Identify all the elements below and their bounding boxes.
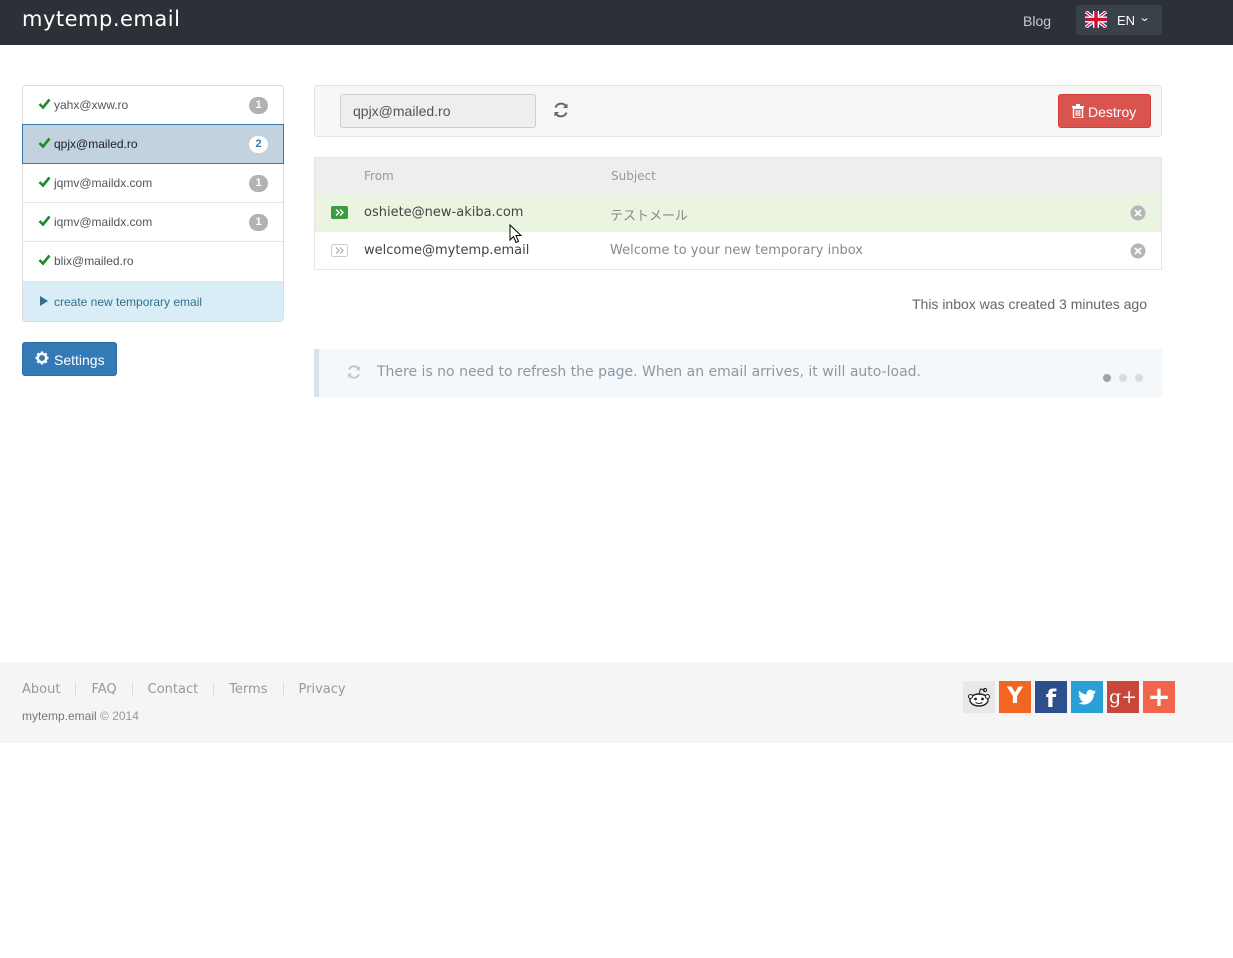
language-code: EN bbox=[1117, 13, 1136, 28]
message-row[interactable]: oshiete@new-akiba.com テストメール bbox=[315, 193, 1161, 231]
delete-message-icon[interactable] bbox=[1130, 205, 1146, 221]
unread-count-badge: 1 bbox=[249, 214, 268, 231]
message-from: oshiete@new-akiba.com bbox=[364, 205, 524, 220]
table-header: From Subject bbox=[315, 158, 1161, 193]
top-navbar: mytemp.email Blog EN ⌄ bbox=[0, 0, 1233, 45]
trash-icon bbox=[1072, 104, 1084, 118]
message-table: From Subject oshiete@new-akiba.com テストメー… bbox=[314, 157, 1162, 270]
footer-link-contact[interactable]: Contact bbox=[147, 682, 215, 697]
inbox-item-blix[interactable]: blix@mailed.ro bbox=[23, 242, 283, 281]
share-icon[interactable]: + bbox=[1143, 681, 1175, 713]
footer-copyright: mytemp.email © 2014 bbox=[22, 709, 139, 723]
inbox-address: qpjx@mailed.ro bbox=[54, 137, 138, 151]
refresh-icon[interactable] bbox=[551, 100, 571, 120]
message-row[interactable]: welcome@mytemp.email Welcome to your new… bbox=[315, 231, 1161, 269]
delete-message-icon[interactable] bbox=[1130, 243, 1146, 259]
inbox-list: yahx@xww.ro 1 qpjx@mailed.ro 2 jqmv@mail… bbox=[22, 85, 284, 322]
footer-link-faq[interactable]: FAQ bbox=[91, 682, 133, 697]
inbox-item-qpjx[interactable]: qpjx@mailed.ro 2 bbox=[22, 124, 284, 164]
inbox-address: iqmv@maildx.com bbox=[54, 215, 153, 229]
check-icon bbox=[38, 254, 51, 266]
language-selector[interactable]: EN ⌄ bbox=[1076, 5, 1162, 35]
gear-icon bbox=[35, 351, 49, 365]
footer-link-terms[interactable]: Terms bbox=[229, 682, 284, 697]
column-from: From bbox=[364, 169, 394, 183]
column-subject: Subject bbox=[611, 169, 656, 183]
blog-link[interactable]: Blog bbox=[1023, 13, 1051, 29]
inbox-item-yahx[interactable]: yahx@xww.ro 1 bbox=[23, 86, 283, 125]
inbox-toolbar: Destroy bbox=[314, 85, 1162, 137]
facebook-icon[interactable]: f bbox=[1035, 681, 1067, 713]
notice-text: There is no need to refresh the page. Wh… bbox=[377, 364, 922, 380]
chevron-down-icon: ⌄ bbox=[1138, 12, 1151, 24]
auto-load-notice: There is no need to refresh the page. Wh… bbox=[314, 349, 1162, 397]
create-new-email-label: create new temporary email bbox=[54, 295, 203, 309]
twitter-icon[interactable] bbox=[1071, 681, 1103, 713]
refresh-icon bbox=[347, 365, 361, 379]
inbox-address: blix@mailed.ro bbox=[54, 254, 134, 268]
current-address-field[interactable] bbox=[340, 94, 536, 128]
check-icon bbox=[38, 137, 51, 149]
message-subject: テストメール bbox=[610, 209, 689, 224]
loading-dots bbox=[1103, 369, 1151, 387]
destroy-label: Destroy bbox=[1088, 104, 1137, 120]
inbox-created-text: This inbox was created 3 minutes ago bbox=[911, 296, 1147, 312]
google-plus-icon[interactable]: g+ bbox=[1107, 681, 1139, 713]
hacker-news-icon[interactable]: Y bbox=[999, 681, 1031, 713]
check-icon bbox=[38, 215, 51, 227]
create-new-email-link[interactable]: create new temporary email bbox=[23, 281, 283, 321]
footer-link-about[interactable]: About bbox=[22, 682, 77, 697]
unread-count-badge: 1 bbox=[249, 97, 268, 114]
copyright-year: © 2014 bbox=[100, 709, 139, 723]
inbox-address: jqmv@maildx.com bbox=[54, 176, 153, 190]
check-icon bbox=[38, 98, 51, 110]
unread-message-icon bbox=[331, 206, 348, 219]
message-subject: Welcome to your new temporary inbox bbox=[610, 243, 863, 258]
unread-count-badge: 2 bbox=[249, 136, 268, 153]
inbox-address: yahx@xww.ro bbox=[54, 98, 129, 112]
destroy-button[interactable]: Destroy bbox=[1058, 94, 1151, 128]
settings-button[interactable]: Settings bbox=[22, 342, 117, 376]
footer: About FAQ Contact Terms Privacy mytemp.email… bbox=[0, 662, 1233, 743]
check-icon bbox=[38, 176, 51, 188]
footer-brand: mytemp.email bbox=[22, 709, 97, 723]
mouse-cursor-icon bbox=[509, 224, 522, 244]
settings-label: Settings bbox=[54, 352, 105, 368]
message-from: welcome@mytemp.email bbox=[364, 243, 530, 258]
caret-right-icon bbox=[40, 296, 48, 306]
uk-flag-icon bbox=[1085, 11, 1107, 28]
unread-count-badge: 1 bbox=[249, 175, 268, 192]
site-logo[interactable]: mytemp.email bbox=[22, 7, 180, 31]
reddit-icon[interactable] bbox=[963, 681, 995, 713]
footer-nav: About FAQ Contact Terms Privacy bbox=[22, 682, 376, 697]
read-message-icon bbox=[331, 244, 348, 257]
inbox-item-iqmv[interactable]: iqmv@maildx.com 1 bbox=[23, 203, 283, 242]
inbox-item-jqmv[interactable]: jqmv@maildx.com 1 bbox=[23, 164, 283, 203]
footer-link-privacy[interactable]: Privacy bbox=[299, 682, 361, 697]
